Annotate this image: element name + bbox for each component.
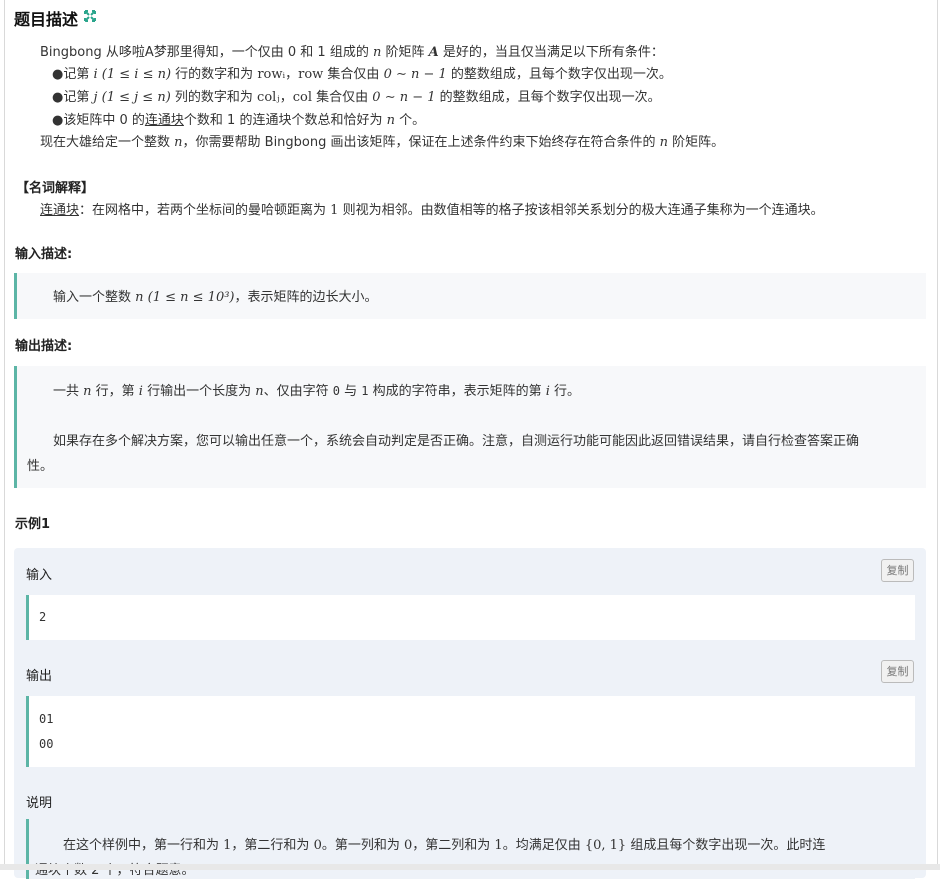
glossary-definition: 连通块：在网格中，若两个坐标间的曼哈顿距离为 1 则视为相邻。由数值相等的格子按… [40,203,824,218]
output-description-label: 输出描述: [15,339,73,354]
input-description-text: 输入一个整数 n (1 ≤ n ≤ 10³)，表示矩阵的边长大小。 [53,290,378,305]
code-line: 00 [39,737,54,751]
sample-input-label: 输入 [26,568,53,583]
sample-output-code[interactable]: 01 00 [26,696,915,767]
glossary-term: 连通块 [40,203,80,218]
bullet-dot: ● [52,90,64,105]
output-description-line3: 性。 [27,459,54,474]
input-description-label: 输入描述: [15,247,73,262]
page-title: 题目描述 [14,10,79,29]
output-description-line2: 如果存在多个解决方案，您可以输出任意一个，系统会自动判定是否正确。注意，自测运行… [53,434,860,449]
connected-block-link[interactable]: 连通块 [145,113,184,128]
sample-input-code[interactable]: 2 [26,595,915,640]
glossary-heading: 【名词解释】 [16,181,95,196]
sample-output-label: 输出 [26,669,53,684]
bottom-edge [0,864,940,870]
sample-heading: 示例1 [15,517,51,532]
copy-input-button[interactable]: 复制 [881,559,914,582]
sample-explain-label: 说明 [26,796,53,811]
copy-output-button[interactable]: 复制 [881,660,914,683]
sample-explain-box: 在这个样例中，第一行和为 1，第二行和为 0。第一列和为 0，第二列和为 1。均… [26,819,915,879]
intro-text: Bingbong 从哆啦A梦那里得知，一个仅由 0 和 1 组成的 n 阶矩阵 … [40,45,664,60]
code-line: 2 [39,610,47,624]
condition-row: ●记第 i (1 ≤ i ≤ n) 行的数字和为 rowᵢ，row 集合仅由 0… [52,67,672,82]
expand-icon[interactable] [84,10,96,22]
input-description-box: 输入一个整数 n (1 ≤ n ≤ 10³)，表示矩阵的边长大小。 [14,273,926,319]
bullet-dot: ● [52,113,64,128]
condition-col: ●记第 j (1 ≤ j ≤ n) 列的数字和为 colⱼ，col 集合仅由 0… [52,90,661,105]
sample-explain-text: 在这个样例中，第一行和为 1，第二行和为 0。第一列和为 0，第二列和为 1。均… [63,838,826,853]
bullet-dot: ● [52,67,64,82]
output-description-line1: 一共 n 行，第 i 行输出一个长度为 n、仅由字符 0 与 1 构成的字符串，… [53,384,581,399]
output-description-box: 一共 n 行，第 i 行输出一个长度为 n、仅由字符 0 与 1 构成的字符串，… [14,366,926,488]
code-line: 01 [39,712,54,726]
condition-blocks: ●该矩阵中 0 的连通块个数和 1 的连通块个数总和恰好为 n 个。 [52,113,426,128]
closing-text: 现在大雄给定一个整数 n，你需要帮助 Bingbong 画出该矩阵，保证在上述条… [40,135,725,150]
